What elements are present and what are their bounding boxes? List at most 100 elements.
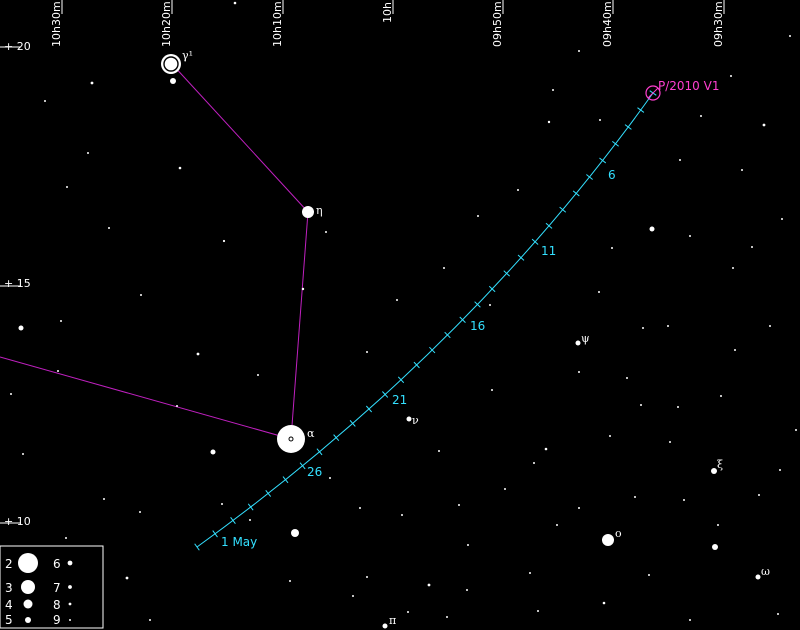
faint-star xyxy=(552,89,554,91)
faint-star xyxy=(779,469,781,471)
faint-star xyxy=(578,371,580,373)
faint-star xyxy=(22,453,24,455)
faint-star xyxy=(458,504,460,506)
date-label-26: 26 xyxy=(307,465,322,479)
dec-label-10: + 10 xyxy=(4,515,31,528)
faint-star xyxy=(544,447,548,451)
faint-star xyxy=(257,374,259,376)
star-o xyxy=(602,534,614,546)
faint-star xyxy=(689,235,691,237)
faint-star xyxy=(329,477,331,479)
faint-star xyxy=(10,393,12,395)
faint-star xyxy=(517,189,519,191)
faint-star xyxy=(547,120,551,124)
faint-star xyxy=(196,352,200,356)
faint-star xyxy=(734,349,736,351)
faint-star xyxy=(533,462,535,464)
faint-star xyxy=(289,580,291,582)
faint-star xyxy=(609,435,611,437)
faint-star xyxy=(537,610,539,612)
faint-star xyxy=(149,619,151,621)
faint-star xyxy=(669,441,671,443)
faint-star xyxy=(87,152,89,154)
faint-star xyxy=(717,524,719,526)
faint-star xyxy=(489,304,491,306)
dec-label-15: + 15 xyxy=(4,277,31,290)
faint-star xyxy=(222,239,226,243)
faint-star xyxy=(741,169,743,171)
ra-label-5: 09h50m xyxy=(491,1,504,47)
faint-star xyxy=(60,320,62,322)
faint-star xyxy=(249,519,251,521)
faint-star xyxy=(178,166,182,170)
ra-label-4: 10h xyxy=(381,2,394,23)
faint-star xyxy=(720,395,722,397)
date-label-16: 16 xyxy=(470,319,485,333)
legend-mag-2: 2 xyxy=(5,557,13,571)
faint-star xyxy=(611,247,613,249)
label-alpha: α xyxy=(307,427,315,440)
faint-star xyxy=(504,488,506,490)
label-nu: ν xyxy=(412,414,419,427)
label-eta: η xyxy=(316,204,323,217)
faint-star xyxy=(683,499,685,501)
star-chart: 10h30m 10h20m 10h10m 10h 09h50m 09h40m 0… xyxy=(0,0,800,630)
dec-label-20: + 20 xyxy=(4,40,31,53)
faint-star xyxy=(139,511,141,513)
faint-star xyxy=(599,119,601,121)
faint-star xyxy=(103,498,105,500)
faint-star xyxy=(401,514,403,516)
faint-star xyxy=(640,404,642,406)
faint-star xyxy=(781,218,783,220)
date-label-6: 6 xyxy=(608,168,616,182)
comet-name: P/2010 V1 xyxy=(658,79,719,93)
faint-star xyxy=(325,231,327,233)
faint-star xyxy=(789,35,791,37)
star-eta xyxy=(302,206,314,218)
faint-star xyxy=(108,227,110,229)
legend-mag-6: 6 xyxy=(53,557,61,571)
faint-star xyxy=(57,370,59,372)
date-label-11: 11 xyxy=(541,244,556,258)
faint-star xyxy=(667,325,669,327)
faint-star xyxy=(221,503,223,505)
ra-label-6: 09h40m xyxy=(601,1,614,47)
label-o: o xyxy=(615,527,622,540)
faint-star xyxy=(758,494,760,496)
faint-star xyxy=(762,123,766,127)
legend-mag-3: 3 xyxy=(5,581,13,595)
faint-star xyxy=(679,159,681,161)
faint-star xyxy=(352,595,354,597)
faint-star xyxy=(700,115,702,117)
faint-star xyxy=(677,406,679,408)
faint-star xyxy=(366,576,368,578)
magnitude-legend: 2 3 4 5 6 7 8 9 xyxy=(0,545,104,629)
faint-star xyxy=(125,576,129,580)
label-omega: ω xyxy=(761,565,770,578)
faint-star xyxy=(176,405,178,407)
faint-star xyxy=(427,583,431,587)
faint-star xyxy=(396,299,398,301)
star-pi xyxy=(382,623,388,629)
label-xi: ξ xyxy=(717,458,723,471)
star-omega xyxy=(755,574,761,580)
legend-mag-5: 5 xyxy=(5,613,13,627)
ra-label-2: 10h20m xyxy=(160,1,173,47)
star-nu xyxy=(406,416,412,422)
faint-star xyxy=(407,611,409,613)
faint-star xyxy=(769,325,771,327)
star-alpha xyxy=(277,425,305,453)
faint-star xyxy=(491,389,493,391)
faint-star xyxy=(598,291,600,293)
faint-star xyxy=(556,524,558,526)
faint-star xyxy=(90,81,94,85)
faint-star xyxy=(634,496,636,498)
faint-star xyxy=(730,75,732,77)
legend-mag-7: 7 xyxy=(53,581,61,595)
faint-star xyxy=(477,215,479,217)
faint-star xyxy=(642,327,644,329)
ra-label-7: 09h30m xyxy=(712,1,725,47)
faint-star xyxy=(578,50,580,52)
faint-star xyxy=(301,287,305,291)
faint-star xyxy=(467,544,469,546)
